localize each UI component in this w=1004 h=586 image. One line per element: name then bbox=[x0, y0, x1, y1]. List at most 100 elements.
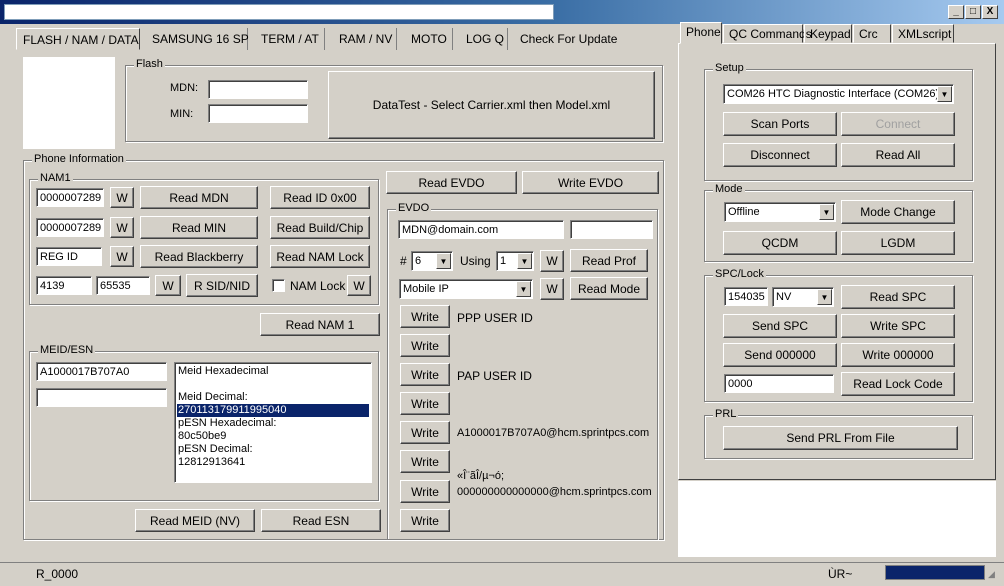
tab-check-for-update[interactable]: Check For Update bbox=[514, 28, 620, 50]
meid-list-item[interactable]: Meid Decimal: bbox=[177, 391, 369, 404]
tab-ram-nv[interactable]: RAM / NV bbox=[333, 28, 397, 50]
write-mdn-button[interactable]: W bbox=[110, 187, 134, 208]
read-id-button[interactable]: Read ID 0x00 bbox=[270, 186, 370, 209]
tab-term-at[interactable]: TERM / AT bbox=[255, 28, 325, 50]
ip-mode-select[interactable]: Mobile IP ▼ bbox=[399, 279, 533, 299]
port-select[interactable]: COM26 HTC Diagnostic Interface (COM26) ▼ bbox=[723, 84, 954, 104]
read-prof-button[interactable]: Read Prof bbox=[570, 249, 648, 272]
read-mdn-button[interactable]: Read MDN bbox=[140, 186, 258, 209]
tab-phone[interactable]: Phone bbox=[680, 22, 722, 44]
meid-list-item[interactable]: 270113179911995040 bbox=[177, 404, 369, 417]
read-evdo-button[interactable]: Read EVDO bbox=[386, 171, 517, 194]
tab-moto[interactable]: MOTO bbox=[405, 28, 453, 50]
evdo-email-input[interactable]: MDN@domain.com bbox=[398, 220, 564, 239]
sid-input[interactable]: 4139 bbox=[36, 276, 92, 295]
send-spc-button[interactable]: Send SPC bbox=[723, 314, 837, 338]
read-sid-nid-button[interactable]: R SID/NID bbox=[186, 274, 258, 297]
spc-type-value: NV bbox=[776, 291, 792, 303]
write-row-8-button[interactable]: Write bbox=[400, 509, 450, 532]
reg-id-input[interactable]: REG ID bbox=[36, 247, 102, 266]
mdn-input[interactable] bbox=[208, 80, 308, 99]
scan-ports-button[interactable]: Scan Ports bbox=[723, 112, 837, 136]
nam-lock-checkbox[interactable] bbox=[272, 279, 285, 292]
write-row-2-button[interactable]: Write bbox=[400, 334, 450, 357]
meid-list-item[interactable]: Meid Hexadecimal bbox=[177, 365, 369, 378]
esn-input[interactable] bbox=[36, 388, 167, 407]
write-row-7-button[interactable]: Write bbox=[400, 480, 450, 503]
meid-list-item[interactable]: pESN Hexadecimal: bbox=[177, 417, 369, 430]
using-label: Using bbox=[460, 254, 491, 268]
write-row-6-button[interactable]: Write bbox=[400, 450, 450, 473]
tab-crc[interactable]: Crc bbox=[853, 24, 891, 43]
mode-change-button[interactable]: Mode Change bbox=[841, 200, 955, 224]
write-row-4-button[interactable]: Write bbox=[400, 392, 450, 415]
read-lock-code-button[interactable]: Read Lock Code bbox=[841, 372, 955, 396]
lgdm-button[interactable]: LGDM bbox=[841, 231, 955, 255]
write-evdo-button[interactable]: Write EVDO bbox=[522, 171, 659, 194]
write-row-1-button[interactable]: Write bbox=[400, 305, 450, 328]
read-nam1-button[interactable]: Read NAM 1 bbox=[260, 313, 380, 336]
mode-select[interactable]: Offline ▼ bbox=[724, 202, 836, 222]
prl-legend: PRL bbox=[713, 408, 739, 420]
meid-list-item[interactable]: 12812913641 bbox=[177, 456, 369, 469]
send-prl-button[interactable]: Send PRL From File bbox=[723, 426, 958, 450]
tab-qc-commands[interactable]: QC Commands bbox=[723, 24, 812, 43]
read-esn-button[interactable]: Read ESN bbox=[261, 509, 381, 532]
write-mode-button[interactable]: W bbox=[540, 278, 564, 300]
datatest-button[interactable]: DataTest - Select Carrier.xml then Model… bbox=[328, 71, 655, 139]
write-nam-lock-button[interactable]: W bbox=[347, 275, 371, 296]
qcdm-button[interactable]: QCDM bbox=[723, 231, 837, 255]
write-000000-button[interactable]: Write 000000 bbox=[841, 343, 955, 367]
read-build-chip-button[interactable]: Read Build/Chip bbox=[270, 216, 370, 239]
write-reg-id-button[interactable]: W bbox=[110, 246, 134, 267]
mode-value: Offline bbox=[728, 206, 760, 218]
close-button[interactable]: X bbox=[982, 5, 998, 19]
nam-mdn-input[interactable]: 0000007289 bbox=[36, 188, 104, 207]
meid-input[interactable]: A1000017B707A0 bbox=[36, 362, 167, 381]
size-grip-icon[interactable]: ◢ bbox=[988, 569, 1000, 581]
read-all-button[interactable]: Read All bbox=[841, 143, 955, 167]
evdo-row-3-label: PAP USER ID bbox=[457, 369, 532, 383]
lock-code-input[interactable]: 0000 bbox=[724, 374, 834, 393]
evdo-row-7-label: «Î¨ãÎ/µ¬ó; bbox=[457, 470, 505, 482]
read-blackberry-button[interactable]: Read Blackberry bbox=[140, 245, 258, 268]
meid-list-item[interactable]: pESN Decimal: bbox=[177, 443, 369, 456]
meid-list-item[interactable]: 80c50be9 bbox=[177, 430, 369, 443]
nam-min-input[interactable]: 0000007289 bbox=[36, 218, 104, 237]
minimize-button[interactable]: _ bbox=[948, 5, 964, 19]
setup-legend: Setup bbox=[713, 62, 746, 74]
read-nam-lock-button[interactable]: Read NAM Lock bbox=[270, 245, 370, 268]
read-meid-nv-button[interactable]: Read MEID (NV) bbox=[135, 509, 255, 532]
connect-button[interactable]: Connect bbox=[841, 112, 955, 136]
meid-conversion-list[interactable]: Meid Hexadecimal Meid Decimal: 2701131799… bbox=[174, 362, 372, 483]
write-row-3-button[interactable]: Write bbox=[400, 363, 450, 386]
write-profile-button[interactable]: W bbox=[540, 250, 564, 272]
write-spc-button[interactable]: Write SPC bbox=[841, 314, 955, 338]
disconnect-button[interactable]: Disconnect bbox=[723, 143, 837, 167]
read-mode-button[interactable]: Read Mode bbox=[570, 277, 648, 300]
progress-bar bbox=[885, 565, 985, 580]
write-sid-nid-button[interactable]: W bbox=[155, 275, 181, 296]
tab-samsung-16sp[interactable]: SAMSUNG 16 SP bbox=[146, 28, 249, 50]
evdo-secondary-input[interactable] bbox=[570, 220, 653, 239]
tab-xmlscript[interactable]: XMLscript bbox=[892, 24, 954, 43]
meid-list-item[interactable] bbox=[177, 378, 369, 391]
write-min-button[interactable]: W bbox=[110, 217, 134, 238]
profile-value: 6 bbox=[415, 255, 422, 267]
spc-input[interactable]: 154035 bbox=[724, 287, 768, 306]
nid-input[interactable]: 65535 bbox=[96, 276, 150, 295]
min-input[interactable] bbox=[208, 104, 308, 123]
tab-keypad[interactable]: Keypad bbox=[804, 24, 852, 43]
profile-select[interactable]: 6 ▼ bbox=[411, 251, 453, 271]
read-spc-button[interactable]: Read SPC bbox=[841, 285, 955, 309]
send-000000-button[interactable]: Send 000000 bbox=[723, 343, 837, 367]
read-min-button[interactable]: Read MIN bbox=[140, 216, 258, 239]
maximize-button[interactable]: □ bbox=[965, 5, 981, 19]
evdo-row-1-label: PPP USER ID bbox=[457, 311, 533, 325]
tab-log-q[interactable]: LOG Q bbox=[460, 28, 508, 50]
write-row-5-button[interactable]: Write bbox=[400, 421, 450, 444]
tab-flash-nam-data[interactable]: FLASH / NAM / DATA bbox=[16, 28, 140, 50]
spc-type-select[interactable]: NV ▼ bbox=[772, 287, 834, 307]
using-select[interactable]: 1 ▼ bbox=[496, 251, 534, 271]
chevron-down-icon: ▼ bbox=[817, 289, 832, 305]
